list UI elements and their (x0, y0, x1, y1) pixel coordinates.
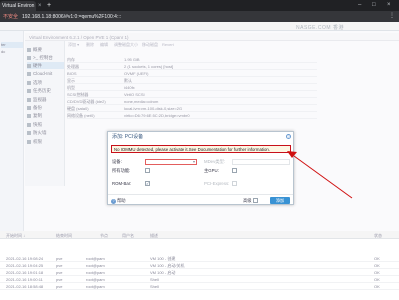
col-user[interactable]: 用户名 (122, 233, 134, 239)
table-row[interactable]: 2021-02-16 19:08:24 pve root@pam VM 100 … (0, 255, 399, 262)
col-end-time[interactable]: 结束时间 (56, 233, 72, 239)
table-row[interactable]: 2021-02-16 19:01:18 pve root@pam VM 100 … (0, 269, 399, 276)
col-status[interactable]: 状态 (374, 233, 382, 239)
table-row[interactable]: 2021-02-16 19:04:25 pve root@pam VM 100 … (0, 262, 399, 269)
col-start-time[interactable]: 开始时间 ↓ (6, 233, 25, 239)
col-node[interactable]: 节点 (100, 233, 108, 239)
col-description[interactable]: 描述 (150, 233, 158, 239)
table-row[interactable]: 2021-02-16 19:00:11 pve root@pam Shell O… (0, 276, 399, 283)
table-row[interactable]: 2021-02-16 18:58:48 pve root@pam Shell O… (0, 283, 399, 290)
